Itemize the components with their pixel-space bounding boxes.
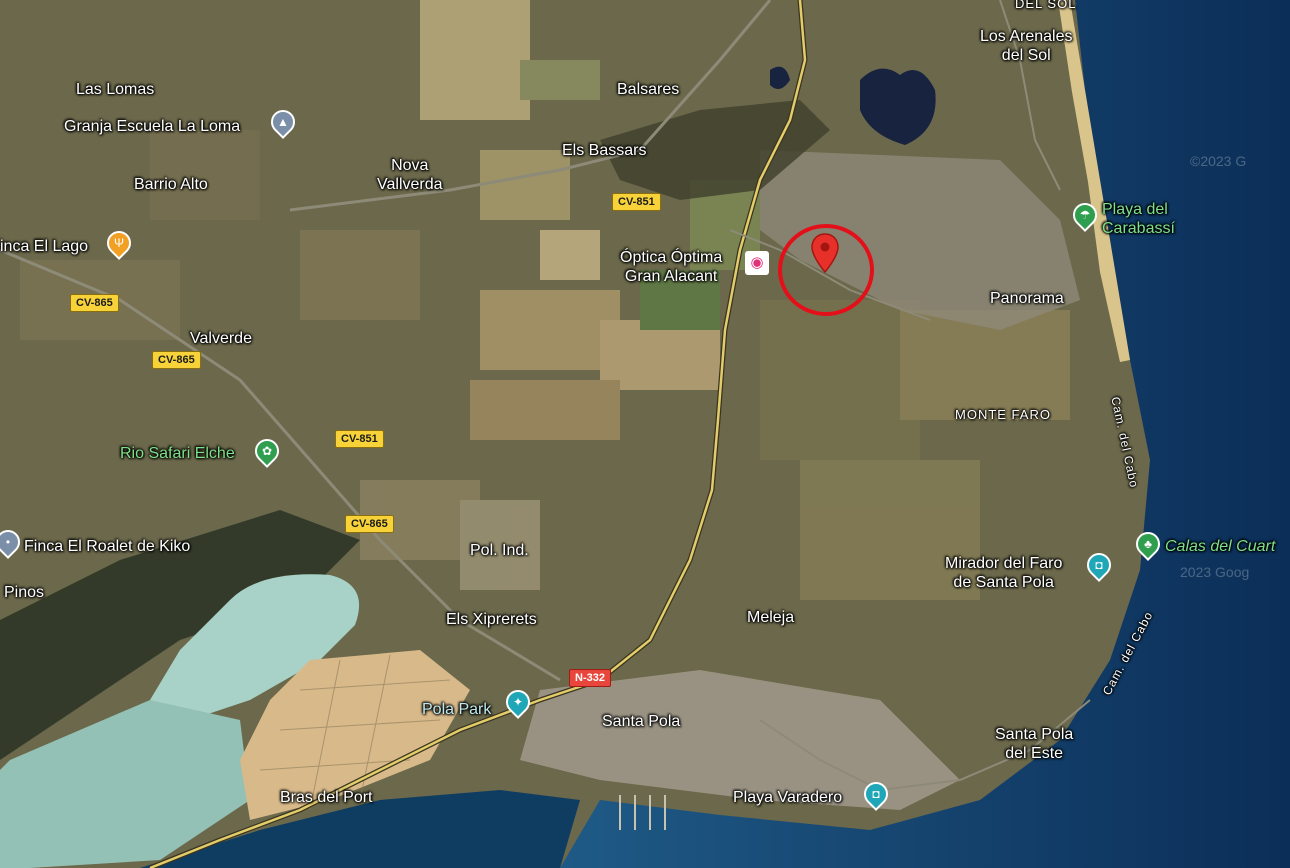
place-label-monte-faro[interactable]: MONTE FARO <box>955 405 1051 424</box>
place-label-nova-vallverda[interactable]: Nova Vallverda <box>377 156 443 194</box>
place-label-granja-escuela[interactable]: Granja Escuela La Loma <box>64 117 240 136</box>
place-label-panorama[interactable]: Panorama <box>990 289 1064 308</box>
satellite-map[interactable]: ▲ Ψ ☂ ◉ ✿ • ♣ ◘ ✦ ◘ CV-851 CV-865 CV-865… <box>0 0 1290 868</box>
road-shield-cv851: CV-851 <box>335 430 384 448</box>
red-location-pin-icon[interactable] <box>811 233 839 273</box>
place-label-calas-del-cuarto[interactable]: Calas del Cuart <box>1165 537 1275 556</box>
copyright-watermark: 2023 Goog <box>1180 564 1250 580</box>
place-label-pol-ind[interactable]: Pol. Ind. <box>470 541 529 560</box>
place-label-pinos[interactable]: Pinos <box>4 583 44 602</box>
place-label-els-xiprerets[interactable]: Els Xiprerets <box>446 610 537 629</box>
place-label-las-lomas[interactable]: Las Lomas <box>76 80 154 99</box>
place-label-bras-del-port[interactable]: Bras del Port <box>280 788 372 807</box>
place-label-pola-park[interactable]: Pola Park <box>422 700 491 719</box>
place-label-optica[interactable]: Óptica Óptima Gran Alacant <box>620 248 722 286</box>
place-label-barrio-alto[interactable]: Barrio Alto <box>134 175 208 194</box>
road-shield-cv851: CV-851 <box>612 193 661 211</box>
road-shield-cv865: CV-865 <box>70 294 119 312</box>
place-label-santa-pola[interactable]: Santa Pola <box>602 712 680 731</box>
place-label-santa-pola-del-este[interactable]: Santa Pola del Este <box>995 725 1073 763</box>
place-label-los-arenales-del-sol[interactable]: Los Arenales del Sol <box>980 27 1073 65</box>
place-label-finca-el-roalet[interactable]: Finca El Roalet de Kiko <box>24 537 190 556</box>
road-shield-cv865: CV-865 <box>152 351 201 369</box>
shop-icon[interactable]: ◉ <box>745 251 769 275</box>
place-label: DEL SOL <box>1015 0 1077 11</box>
place-label-playa-del-carabassi[interactable]: Playa del Carabassí <box>1102 200 1175 238</box>
place-label-mirador[interactable]: Mirador del Faro de Santa Pola <box>945 554 1062 592</box>
place-label-finca-el-lago[interactable]: inca El Lago <box>0 237 88 256</box>
place-label-valverde[interactable]: Valverde <box>190 329 252 348</box>
place-label-balsares[interactable]: Balsares <box>617 80 679 99</box>
place-label-playa-varadero[interactable]: Playa Varadero <box>733 788 842 807</box>
copyright-watermark: ©2023 G <box>1190 153 1247 169</box>
place-label-els-bassars[interactable]: Els Bassars <box>562 141 646 160</box>
road-shield-n332: N-332 <box>569 669 611 687</box>
road-shield-cv865: CV-865 <box>345 515 394 533</box>
place-label-meleja[interactable]: Meleja <box>747 608 794 627</box>
place-label-rio-safari[interactable]: Rio Safari Elche <box>120 444 235 463</box>
